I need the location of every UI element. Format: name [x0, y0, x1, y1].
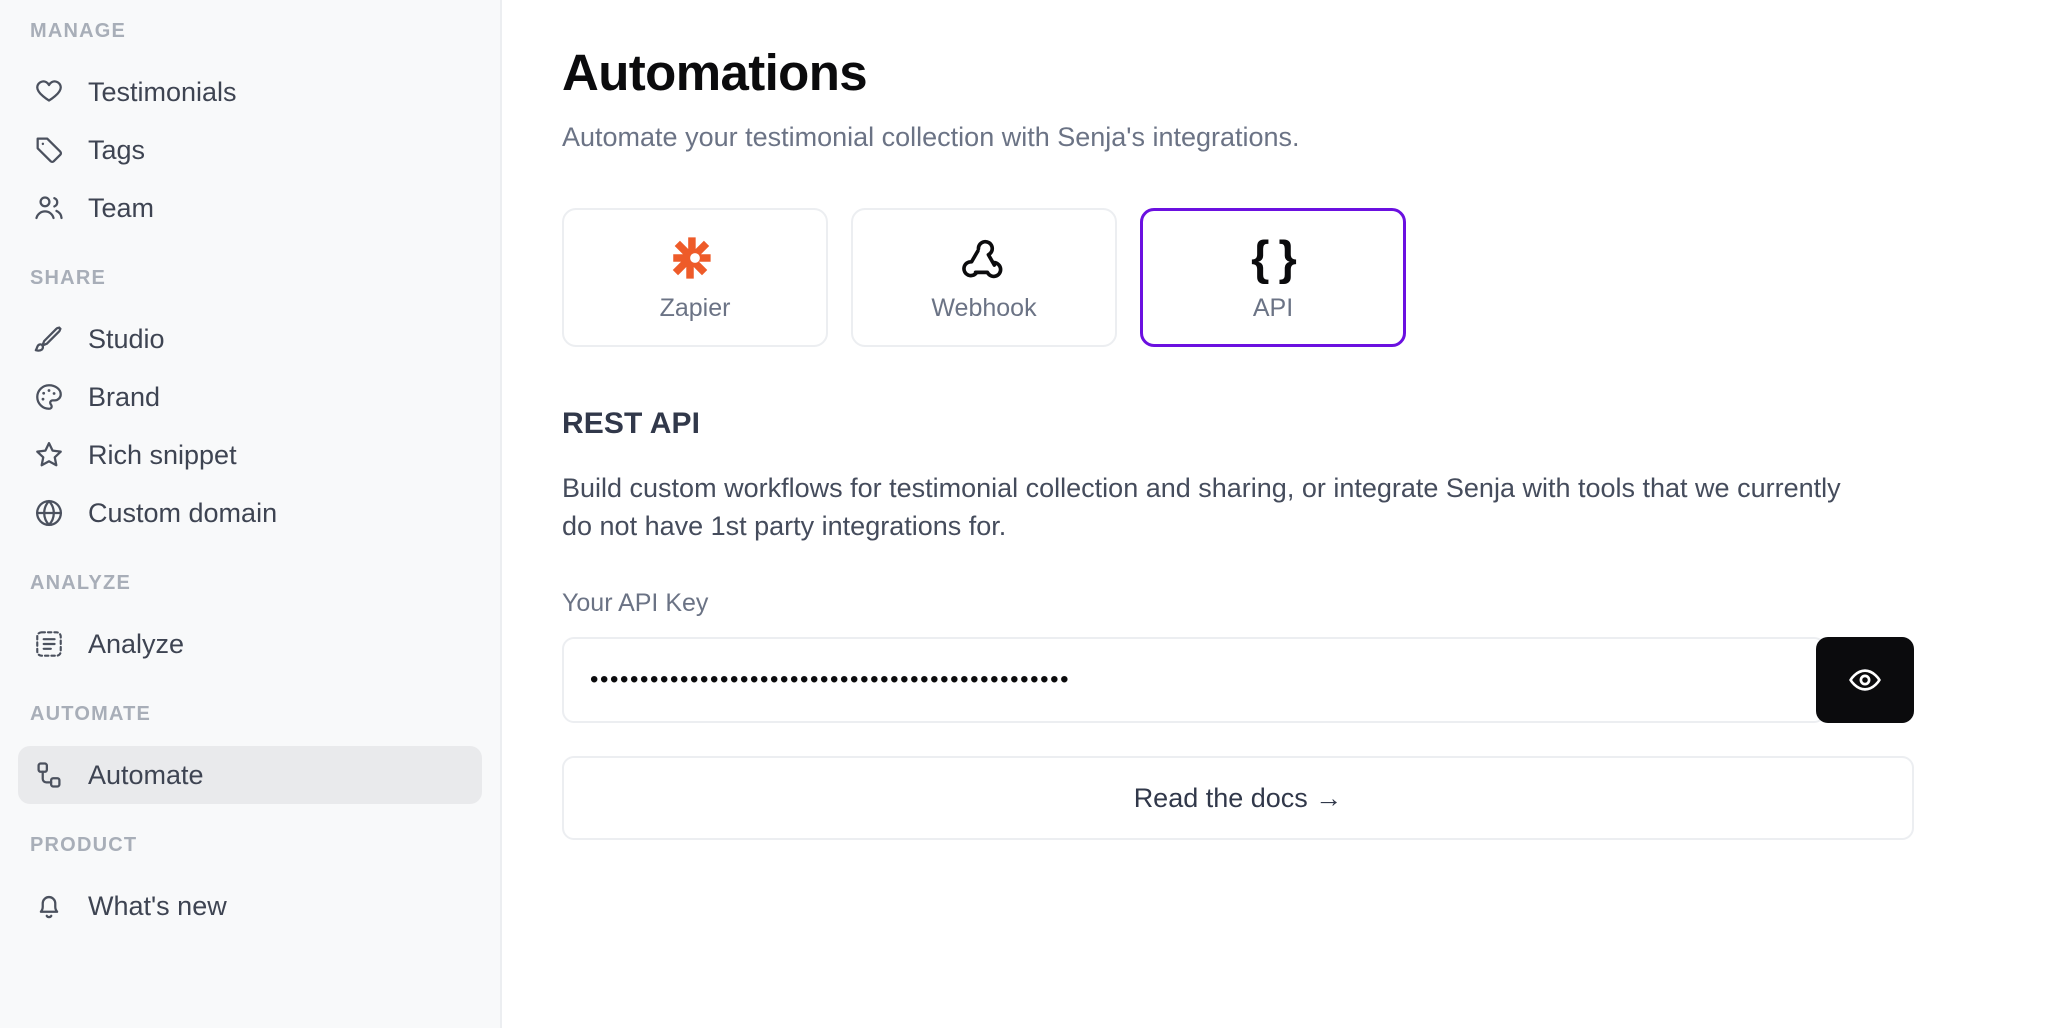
- globe-icon: [32, 496, 66, 530]
- users-icon: [32, 191, 66, 225]
- integration-card-zapier[interactable]: Zapier: [562, 207, 828, 347]
- sidebar-group-label-analyze: ANALYZE: [30, 572, 132, 594]
- page-subtitle: Automate your testimonial collection wit…: [562, 121, 1300, 152]
- api-key-row: ••••••••••••••••••••••••••••••••••••••••…: [562, 637, 1914, 724]
- integration-cards: Zapier Webhook { } API: [562, 207, 2064, 347]
- api-key-label: Your API Key: [562, 589, 709, 618]
- sidebar-group-manage: MANAGE Testimonials Tags Team: [0, 0, 500, 237]
- sidebar-group-product: PRODUCT What's new: [0, 804, 500, 935]
- rest-api-heading: REST API: [562, 406, 701, 440]
- sidebar-item-brand[interactable]: Brand: [18, 368, 482, 426]
- sidebar-item-automate[interactable]: Automate: [18, 746, 482, 804]
- sidebar-group-label-share: SHARE: [30, 267, 107, 289]
- star-icon: [32, 438, 66, 472]
- zapier-icon: [672, 234, 718, 282]
- sidebar-item-label: Studio: [88, 323, 165, 354]
- sidebar-item-label: Brand: [88, 381, 161, 412]
- main-content: Automations Automate your testimonial co…: [502, 0, 2064, 1028]
- sidebar-item-tags[interactable]: Tags: [18, 121, 482, 179]
- sidebar-item-label: What's new: [88, 890, 227, 921]
- sidebar-group-label-product: PRODUCT: [30, 834, 138, 856]
- sidebar-item-label: Testimonials: [88, 76, 237, 107]
- sidebar-item-custom-domain[interactable]: Custom domain: [18, 484, 482, 542]
- sidebar-item-label: Custom domain: [88, 497, 278, 528]
- sidebar-item-analyze[interactable]: Analyze: [18, 615, 482, 673]
- sidebar-group-analyze: ANALYZE Analyze: [0, 542, 500, 673]
- api-key-masked-value: ••••••••••••••••••••••••••••••••••••••••…: [590, 668, 1071, 693]
- sidebar-group-automate: AUTOMATE Automate: [0, 673, 500, 804]
- integration-card-label: Webhook: [931, 293, 1037, 322]
- curly-braces-icon: { }: [1251, 231, 1297, 285]
- integration-card-label: Zapier: [659, 293, 731, 322]
- eye-icon: [1848, 663, 1882, 697]
- tag-icon: [32, 133, 66, 167]
- analyze-icon: [32, 627, 66, 661]
- read-the-docs-label: Read the docs →: [1133, 782, 1343, 813]
- integration-card-label: API: [1252, 293, 1294, 322]
- webhook-icon: [961, 234, 1007, 282]
- sidebar-item-whats-new[interactable]: What's new: [18, 877, 482, 935]
- heart-icon: [32, 75, 66, 109]
- sidebar-item-studio[interactable]: Studio: [18, 310, 482, 368]
- sidebar-item-label: Automate: [88, 759, 204, 790]
- sidebar-group-share: SHARE Studio Brand Rich snippet Custom d…: [0, 237, 500, 542]
- api-key-input[interactable]: ••••••••••••••••••••••••••••••••••••••••…: [562, 637, 1826, 724]
- bell-icon: [32, 889, 66, 923]
- read-the-docs-button[interactable]: Read the docs →: [562, 756, 1914, 841]
- automate-nodes-icon: [32, 758, 66, 792]
- integration-card-webhook[interactable]: Webhook: [851, 207, 1117, 347]
- reveal-api-key-button[interactable]: [1816, 637, 1914, 724]
- sidebar-item-label: Analyze: [88, 628, 185, 659]
- sidebar-item-label: Team: [88, 192, 155, 223]
- app-root: MANAGE Testimonials Tags Team SHARE Stud…: [0, 0, 2064, 1028]
- integration-card-api[interactable]: { } API: [1140, 207, 1406, 347]
- palette-icon: [32, 380, 66, 414]
- sidebar-item-label: Rich snippet: [88, 439, 237, 470]
- brush-icon: [32, 322, 66, 356]
- sidebar-group-label-manage: MANAGE: [30, 20, 127, 42]
- sidebar-item-label: Tags: [88, 134, 146, 165]
- sidebar-item-rich-snippet[interactable]: Rich snippet: [18, 426, 482, 484]
- page-title: Automations: [562, 44, 868, 101]
- sidebar-group-label-automate: AUTOMATE: [30, 703, 152, 725]
- sidebar-item-testimonials[interactable]: Testimonials: [18, 63, 482, 121]
- sidebar: MANAGE Testimonials Tags Team SHARE Stud…: [0, 0, 502, 1028]
- sidebar-item-team[interactable]: Team: [18, 179, 482, 237]
- rest-api-description: Build custom workflows for testimonial c…: [562, 472, 1841, 542]
